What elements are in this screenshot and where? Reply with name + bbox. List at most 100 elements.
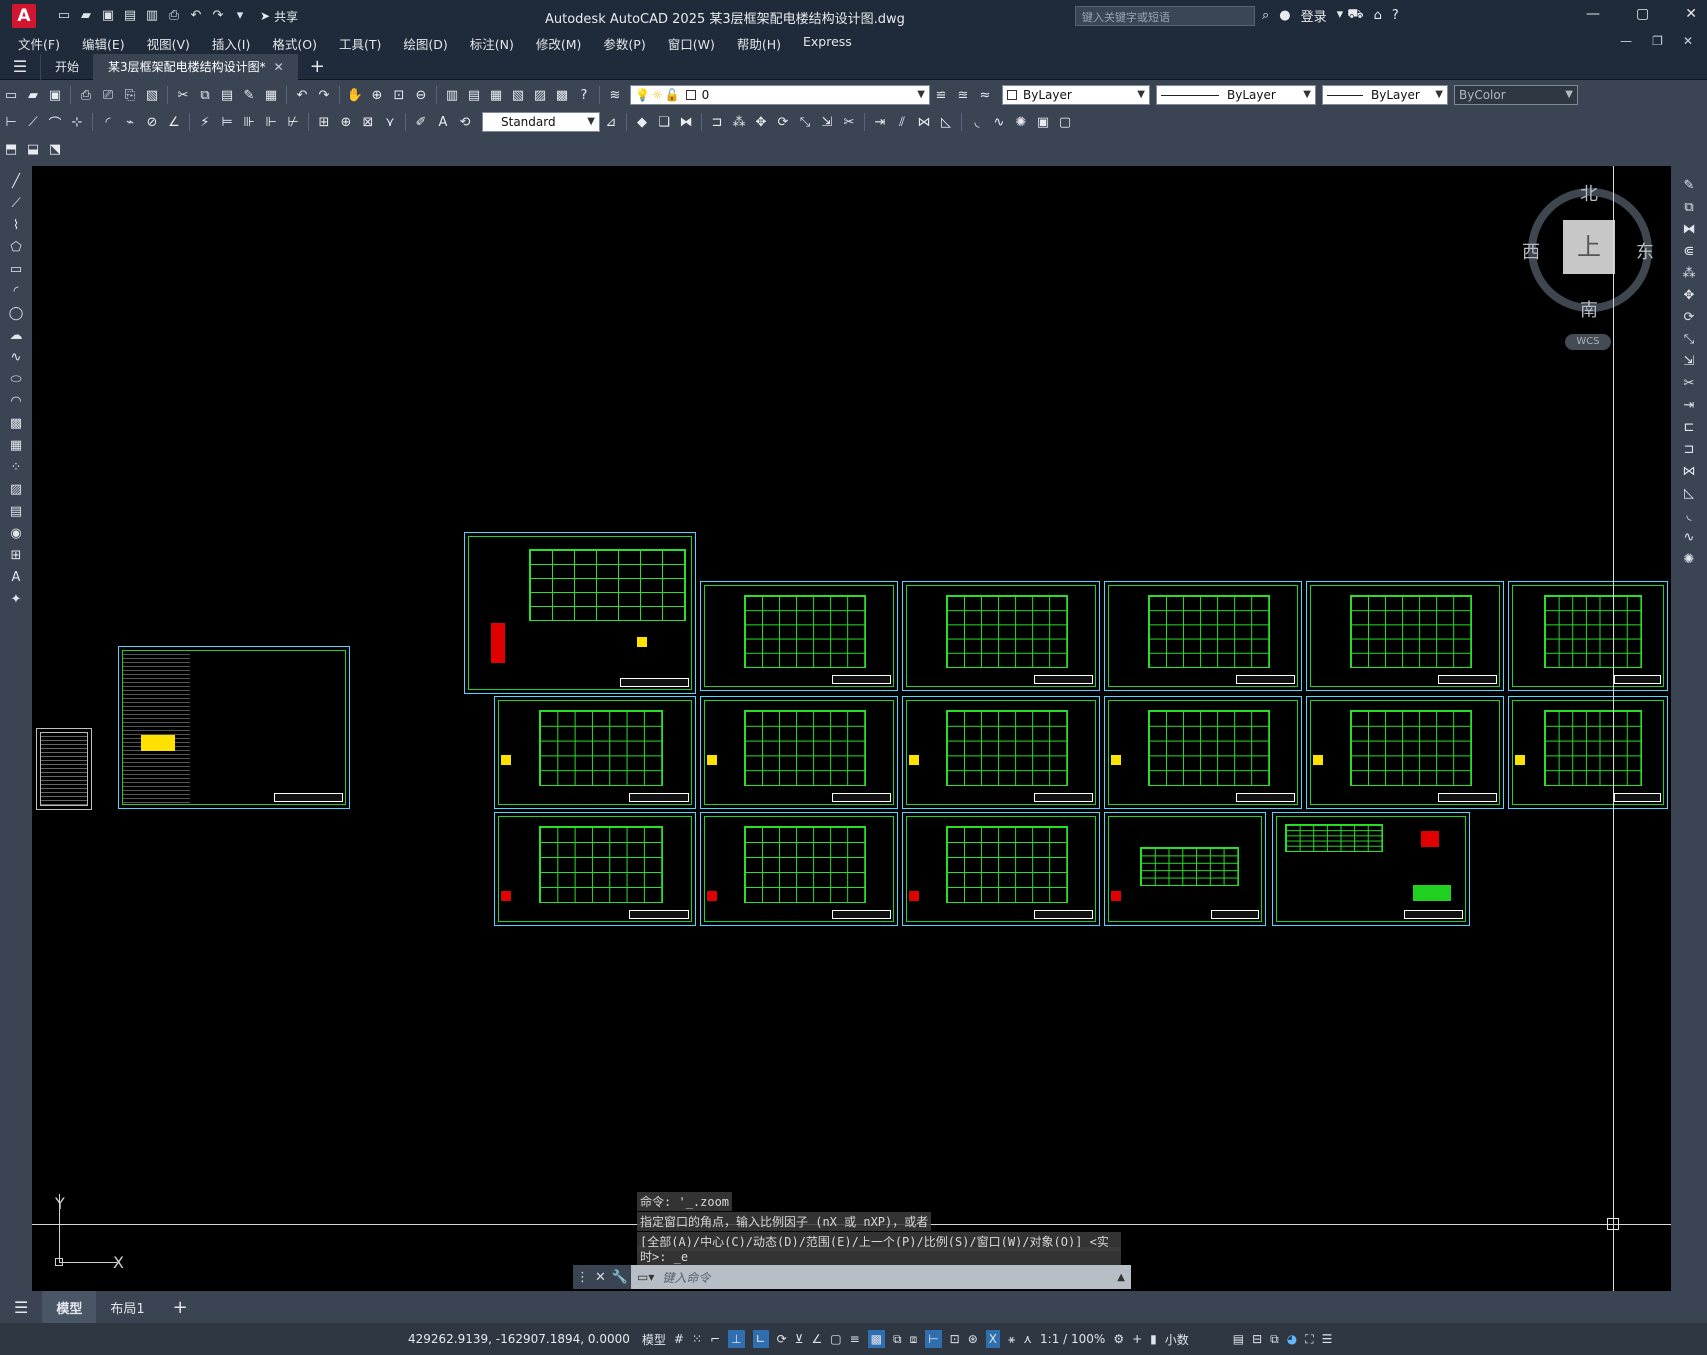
login-link[interactable]: 登录 <box>1301 6 1327 25</box>
open-file-icon[interactable]: ▰ <box>24 86 42 104</box>
print-icon[interactable]: ⎙ <box>77 86 95 104</box>
mirror-icon[interactable]: ⧓ <box>677 113 695 131</box>
calculator-icon[interactable]: ▩ <box>553 86 571 104</box>
dim-edit-icon[interactable]: ✐ <box>412 113 430 131</box>
undo-toolbar-icon[interactable]: ↶ <box>293 86 311 104</box>
quick-properties-icon[interactable]: ▤ <box>1233 1332 1244 1346</box>
ellipse-icon[interactable]: ⬭ <box>7 371 25 389</box>
new-tab-icon[interactable]: + <box>310 56 325 77</box>
hamburger-menu-icon[interactable]: ☰ <box>0 57 40 76</box>
stretch-icon[interactable]: ⇲ <box>818 113 836 131</box>
layer-properties-icon[interactable]: ≋ <box>606 86 624 104</box>
object-snap-tracking-icon[interactable]: ∠ <box>811 1332 822 1346</box>
undo-icon[interactable]: ↶ <box>188 8 204 24</box>
dim-text-edit-icon[interactable]: A <box>434 113 452 131</box>
user-icon[interactable]: ● <box>1279 8 1290 23</box>
match-properties-icon[interactable]: ✎ <box>240 86 258 104</box>
layer-previous-icon[interactable]: ≊ <box>954 86 972 104</box>
search-input[interactable]: 键入关键字或短语 <box>1075 6 1255 26</box>
open-icon[interactable]: ▰ <box>78 8 94 24</box>
blend-icon[interactable]: ∿ <box>990 113 1008 131</box>
ungroup-icon[interactable]: ▢ <box>1056 113 1074 131</box>
zoom-previous-icon[interactable]: ⊖ <box>412 86 430 104</box>
arc-icon[interactable]: ◜ <box>7 283 25 301</box>
sheet-set-icon[interactable]: ▧ <box>509 86 527 104</box>
menu-edit[interactable]: 编辑(E) <box>82 34 125 53</box>
save-as-icon[interactable]: ▤ <box>122 8 138 24</box>
autodesk-app-icon[interactable]: ⌂ <box>1374 8 1382 23</box>
erase-icon[interactable]: ◆ <box>633 113 651 131</box>
doc-restore-icon[interactable]: ❐ <box>1652 34 1663 48</box>
customization-icon[interactable]: ☰ <box>1322 1332 1333 1346</box>
auto-scale-icon[interactable]: ⚹ <box>1008 1332 1015 1347</box>
tab-layout1[interactable]: 布局1 <box>96 1291 158 1323</box>
scale-side-icon[interactable]: ⤡ <box>1680 331 1698 349</box>
ellipse-arc-icon[interactable]: ◠ <box>7 393 25 411</box>
offset-side-icon[interactable]: ⋐ <box>1680 243 1698 261</box>
join-side-icon[interactable]: ⋈ <box>1680 463 1698 481</box>
jogged-linear-icon[interactable]: ⋎ <box>381 113 399 131</box>
menu-express[interactable]: Express <box>803 34 852 53</box>
layer-dropdown[interactable]: 💡 ☼ 🔓 0 ▼ <box>630 85 930 105</box>
tab-drawing[interactable]: 某3层框架配电楼结构设计图* ✕ <box>93 53 298 80</box>
doc-minimize-icon[interactable]: — <box>1620 34 1632 48</box>
menu-window[interactable]: 窗口(W) <box>668 34 715 53</box>
baseline-icon[interactable]: ⊨ <box>218 113 236 131</box>
offset-icon[interactable]: ⊐ <box>708 113 726 131</box>
units-value[interactable]: 小数 <box>1165 1331 1225 1348</box>
dynamic-ucs-icon[interactable]: ⊢ <box>925 1330 942 1348</box>
menu-tools[interactable]: 工具(T) <box>339 34 381 53</box>
doc-close-icon[interactable]: ✕ <box>1683 34 1693 48</box>
break-dim-icon[interactable]: ⊬ <box>284 113 302 131</box>
share-button[interactable]: ➤ 共享 <box>260 8 298 25</box>
dim-update-icon[interactable]: ⟲ <box>456 113 474 131</box>
extend-icon[interactable]: ⇥ <box>871 113 889 131</box>
menu-format[interactable]: 格式(O) <box>272 34 317 53</box>
publish-sheets-icon[interactable]: ⎘ <box>121 86 139 104</box>
dimstyle-dropdown[interactable]: Standard ▼ <box>482 112 600 132</box>
menu-dimension[interactable]: 标注(N) <box>470 34 514 53</box>
scale-icon[interactable]: ⤡ <box>796 113 814 131</box>
customize-qat-icon[interactable]: ▾ <box>232 8 248 24</box>
explode-side-icon[interactable]: ✺ <box>1680 551 1698 569</box>
join-icon[interactable]: ⋈ <box>915 113 933 131</box>
tab-start[interactable]: 开始 <box>40 53 93 80</box>
graphics-performance-icon[interactable]: ◕ <box>1287 1332 1297 1346</box>
search-icon[interactable]: ⌕ <box>1262 8 1269 23</box>
annotation-scale-value[interactable]: 1:1 / 100% <box>1040 1332 1105 1346</box>
polyline-icon[interactable]: ⌇ <box>7 217 25 235</box>
cut-icon[interactable]: ✂ <box>174 86 192 104</box>
help-icon[interactable]: ? <box>1392 8 1399 23</box>
polygon-icon[interactable]: ⬠ <box>7 239 25 257</box>
arc-length-icon[interactable]: ⌒ <box>46 113 64 132</box>
tab-model[interactable]: 模型 <box>42 1291 97 1323</box>
aligned-dimension-icon[interactable]: ⟋ <box>24 113 42 131</box>
add-layout-icon[interactable]: + <box>159 1291 202 1323</box>
help-toolbar-icon[interactable]: ? <box>575 86 593 104</box>
cart-icon[interactable]: ▾ ⛟ <box>1337 7 1364 24</box>
infer-icon[interactable]: ⌐ <box>710 1332 720 1346</box>
color-dropdown[interactable]: ByLayer ▼ <box>1002 85 1150 105</box>
array-icon[interactable]: ⁂ <box>730 113 748 131</box>
chamfer-side-icon[interactable]: ◺ <box>1680 485 1698 503</box>
copy-side-icon[interactable]: ⧉ <box>1680 199 1698 217</box>
selection-filter-icon[interactable]: ⊡ <box>950 1332 960 1346</box>
chamfer-icon[interactable]: ◺ <box>937 113 955 131</box>
block-editor-icon[interactable]: ▦ <box>262 86 280 104</box>
bring-front-icon[interactable]: ⬒ <box>2 140 20 158</box>
viewcube-north[interactable]: 北 <box>1580 180 1598 206</box>
paste-icon[interactable]: ▤ <box>218 86 236 104</box>
publish-icon[interactable]: ▥ <box>144 8 160 24</box>
erase-side-icon[interactable]: ✎ <box>1680 177 1698 195</box>
recent-commands-icon[interactable]: ▭▾ <box>637 1270 654 1284</box>
pan-icon[interactable]: ✋ <box>346 86 364 104</box>
construction-line-icon[interactable]: ⟋ <box>7 195 25 213</box>
isolate-objects-icon[interactable]: ⧉ <box>1270 1332 1279 1347</box>
gizmo-icon[interactable]: ⊛ <box>968 1332 978 1346</box>
linetype-dropdown[interactable]: ByLayer ▼ <box>1156 85 1316 105</box>
polar-icon[interactable]: ⟳ <box>777 1332 787 1346</box>
save-file-icon[interactable]: ▣ <box>46 86 64 104</box>
viewcube-west[interactable]: 西 <box>1522 238 1540 264</box>
customize-command-icon[interactable]: 🔧 <box>612 1270 628 1285</box>
drawing-canvas[interactable]: 上 北 南 东 西 WCS Y X 命令: '_.zoom 指定窗口的角点，输入… <box>32 166 1671 1291</box>
